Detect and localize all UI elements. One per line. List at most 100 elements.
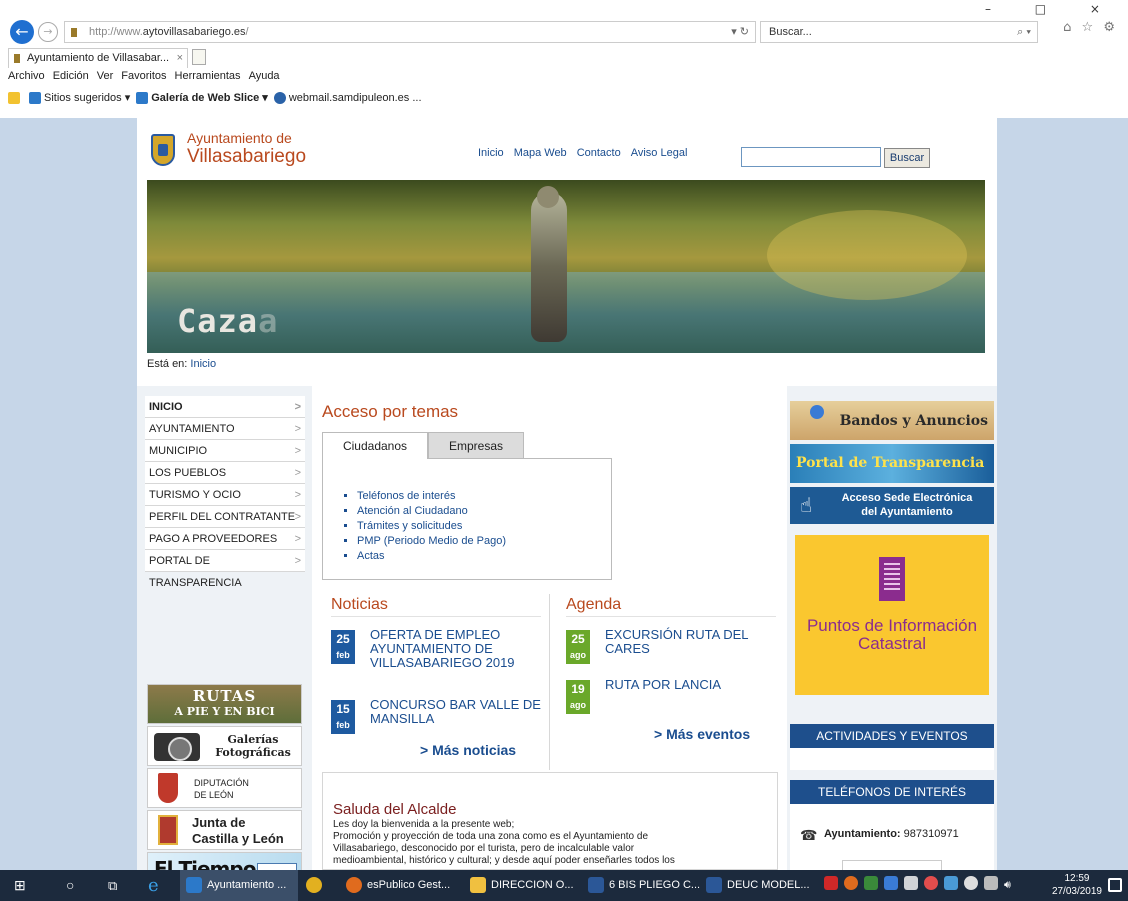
chevron-right-icon: > bbox=[294, 445, 301, 457]
nav-aviso-legal[interactable]: Aviso Legal bbox=[631, 147, 688, 159]
telefonos-header[interactable]: TELÉFONOS DE INTERÉS bbox=[790, 780, 994, 804]
browser-search-field[interactable]: Buscar... ⌕ ▾ bbox=[760, 21, 1038, 43]
tray-app-icon[interactable] bbox=[884, 876, 898, 890]
notification-icon[interactable] bbox=[1108, 878, 1122, 892]
link-atencion[interactable]: Atención al Ciudadano bbox=[357, 504, 506, 519]
forward-button[interactable]: → bbox=[38, 22, 58, 42]
sidebar-item-transparencia[interactable]: PORTAL DE TRANSPARENCIA > bbox=[145, 550, 305, 589]
banner-transparencia[interactable]: Portal de Transparencia bbox=[790, 444, 994, 483]
sidebar-menu: INICIO > AYUNTAMIENTO > MUNICIPIO > LOS PUE… bbox=[145, 396, 305, 589]
chrome-icon[interactable] bbox=[306, 870, 327, 901]
favorites-bar: Sitios sugeridos ▾ Galería de Web Slice … bbox=[8, 91, 422, 105]
taskbar-item-word2[interactable]: DEUC MODEL... bbox=[706, 870, 810, 901]
banner-rutas[interactable]: RUTAS A PIE Y EN BICI bbox=[147, 684, 302, 724]
nav-contacto[interactable]: Contacto bbox=[577, 147, 621, 159]
tray-app-icon[interactable] bbox=[944, 876, 958, 890]
breadcrumb-link-inicio[interactable]: Inicio bbox=[190, 358, 216, 370]
volume-icon[interactable]: 🔊︎ bbox=[1004, 870, 1011, 901]
menu-ver[interactable]: Ver bbox=[97, 70, 114, 82]
site-search-button[interactable]: Buscar bbox=[884, 148, 930, 168]
clock[interactable]: 12:59 27/03/2019 bbox=[1052, 872, 1102, 898]
banner-junta[interactable]: Junta de Castilla y León bbox=[147, 810, 302, 850]
sidebar-item-ayuntamiento[interactable]: AYUNTAMIENTO > bbox=[145, 418, 305, 440]
menu-favoritos[interactable]: Favoritos bbox=[121, 70, 166, 82]
news-title-link[interactable]: OFERTA DE EMPLEO AYUNTAMIENTO DE VILLASA… bbox=[370, 628, 550, 670]
taskbar-item-firefox[interactable]: esPublico Gest... bbox=[346, 870, 464, 901]
more-news-link[interactable]: > Más noticias bbox=[420, 742, 516, 758]
site-title-line2[interactable]: Villasabariego bbox=[187, 146, 306, 168]
url-suffix: / bbox=[245, 26, 249, 38]
menu-ayuda[interactable]: Ayuda bbox=[249, 70, 280, 82]
site-search-input[interactable] bbox=[741, 147, 881, 167]
favorites-item-sitios[interactable]: Sitios sugeridos ▾ bbox=[29, 91, 130, 105]
breadcrumb-label: Está en: bbox=[147, 358, 188, 370]
menu-archivo[interactable]: Archivo bbox=[8, 70, 45, 82]
taskbar-item-word1[interactable]: 6 BIS PLIEGO C... bbox=[588, 870, 700, 901]
cortana-search-icon[interactable]: ○ bbox=[66, 870, 74, 901]
agenda-title-link[interactable]: RUTA POR LANCIA bbox=[605, 678, 785, 692]
tray-app-icon[interactable] bbox=[844, 876, 858, 890]
banner-galerias-text: Galerías Fotográficas bbox=[215, 733, 291, 759]
new-tab-button[interactable] bbox=[192, 49, 206, 65]
refresh-icon[interactable]: ▾ ↻ bbox=[731, 22, 749, 42]
chevron-right-icon: > bbox=[294, 467, 301, 479]
edge-icon[interactable]: e bbox=[148, 870, 159, 901]
menu-edicion[interactable]: Edición bbox=[53, 70, 89, 82]
favorites-star-icon[interactable] bbox=[8, 91, 20, 104]
more-events-link[interactable]: > Más eventos bbox=[654, 726, 750, 742]
task-view-icon[interactable]: ⧉ bbox=[108, 870, 117, 901]
url-prefix: http://www. bbox=[89, 26, 143, 38]
home-favorites-settings-icons[interactable]: ⌂ ☆ ⚙ bbox=[1063, 20, 1118, 35]
sidebar-item-municipio[interactable]: MUNICIPIO > bbox=[145, 440, 305, 462]
word-icon bbox=[706, 877, 722, 894]
windows-start-icon[interactable]: ⊞ bbox=[14, 870, 26, 901]
nav-inicio[interactable]: Inicio bbox=[478, 147, 504, 159]
link-telefonos[interactable]: Teléfonos de interés bbox=[357, 489, 506, 504]
nav-mapa-web[interactable]: Mapa Web bbox=[514, 147, 567, 159]
link-tramites[interactable]: Trámites y solicitudes bbox=[357, 519, 506, 534]
news-date-badge: 25 feb bbox=[331, 630, 355, 664]
chevron-right-icon: > bbox=[294, 489, 301, 501]
tray-app-icon[interactable] bbox=[924, 876, 938, 890]
news-title-link[interactable]: CONCURSO BAR VALLE DE MANSILLA bbox=[370, 698, 550, 726]
sidebar-item-turismo[interactable]: TURISMO Y OCIO > bbox=[145, 484, 305, 506]
phone-entry: Ayuntamiento: 987310971 bbox=[824, 828, 959, 840]
address-bar-row: ← → http://www.aytovillasabariego.es/ ▾ … bbox=[0, 0, 1128, 44]
url-field[interactable]: http://www.aytovillasabariego.es/ ▾ ↻ bbox=[64, 21, 756, 43]
tray-app-icon[interactable] bbox=[964, 876, 978, 890]
diputacion-crest-icon bbox=[158, 773, 178, 803]
banner-diputacion[interactable]: DIPUTACIÓN DE LEÓN bbox=[147, 768, 302, 808]
site-title-line1[interactable]: Ayuntamiento de bbox=[187, 130, 292, 146]
url-domain: aytovillasabariego.es bbox=[142, 26, 246, 38]
sidebar-item-perfil-contratante[interactable]: PERFIL DEL CONTRATANTE > bbox=[145, 506, 305, 528]
search-icon[interactable]: ⌕ ▾ bbox=[1017, 22, 1031, 42]
tray-app-icon[interactable] bbox=[864, 876, 878, 890]
banner-bandos[interactable]: Bandos y Anuncios bbox=[790, 401, 994, 440]
sidebar-item-pago-proveedores[interactable]: PAGO A PROVEEDORES > bbox=[145, 528, 305, 550]
tray-app-icon[interactable] bbox=[904, 876, 918, 890]
link-pmp[interactable]: PMP (Periodo Medio de Pago) bbox=[357, 534, 506, 549]
sidebar-item-inicio[interactable]: INICIO > bbox=[145, 396, 305, 418]
link-actas[interactable]: Actas bbox=[357, 549, 506, 564]
menu-herramientas[interactable]: Herramientas bbox=[175, 70, 241, 82]
sidebar-item-los-pueblos[interactable]: LOS PUEBLOS > bbox=[145, 462, 305, 484]
back-button[interactable]: ← bbox=[10, 20, 34, 44]
taskbar-item-ie[interactable]: Ayuntamiento ... bbox=[180, 870, 298, 901]
agenda-title-link[interactable]: EXCURSIÓN RUTA DEL CARES bbox=[605, 628, 785, 656]
favorites-item-webmail[interactable]: webmail.samdipuleon.es ... bbox=[273, 91, 422, 104]
network-icon[interactable] bbox=[984, 876, 998, 890]
tab-close-icon[interactable]: × bbox=[177, 49, 183, 68]
favorites-item-galeria[interactable]: Galería de Web Slice ▾ bbox=[136, 91, 268, 105]
banner-sede-electronica[interactable]: ☝ Acceso Sede Electrónica del Ayuntamien… bbox=[790, 487, 994, 524]
taskbar-item-folder[interactable]: DIRECCION O... bbox=[470, 870, 582, 901]
banner-catastro[interactable]: Puntos de Información Catastral bbox=[795, 535, 989, 695]
webmail-icon bbox=[273, 91, 286, 104]
banner-galerias[interactable]: Galerías Fotográficas bbox=[147, 726, 302, 766]
tab-empresas[interactable]: Empresas bbox=[428, 432, 524, 459]
actividades-header[interactable]: ACTIVIDADES Y EVENTOS bbox=[790, 724, 994, 748]
tab-ciudadanos[interactable]: Ciudadanos bbox=[322, 432, 428, 459]
tray-app-icon[interactable] bbox=[824, 876, 838, 890]
browser-tab[interactable]: Ayuntamiento de Villasabar... × bbox=[8, 48, 188, 68]
noticias-title: Noticias bbox=[331, 596, 388, 613]
coat-of-arms-icon[interactable] bbox=[151, 134, 175, 166]
